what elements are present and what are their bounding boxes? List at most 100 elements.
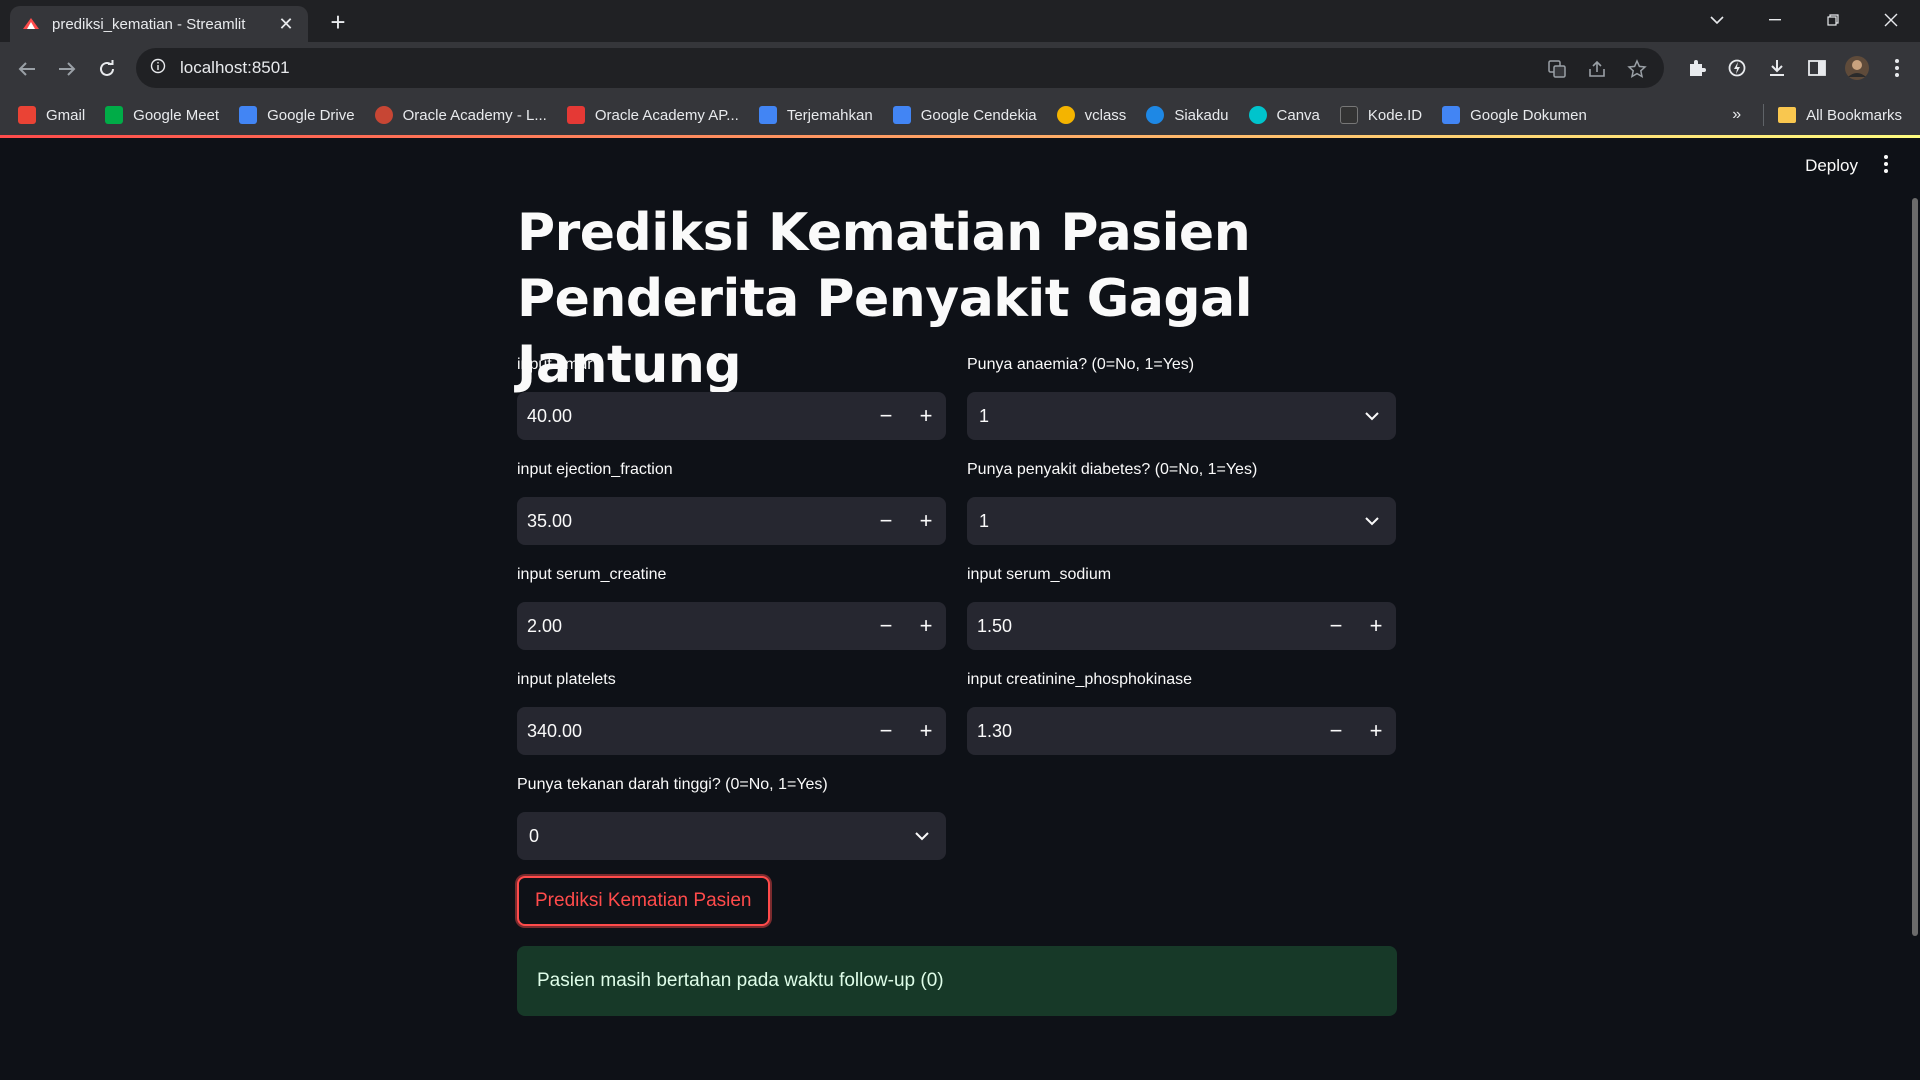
minimize-icon[interactable] [1746, 0, 1804, 40]
bookmark-siakadu[interactable]: Siakadu [1146, 106, 1229, 124]
tab-search-icon[interactable] [1688, 0, 1746, 40]
result-success-alert: Pasien masih bertahan pada waktu follow-… [517, 946, 1397, 1016]
bookmark-gmail[interactable]: Gmail [18, 106, 85, 124]
gmail-icon [18, 106, 36, 124]
scholar-icon [892, 106, 911, 124]
serum-creatine-label: input serum_creatine [517, 566, 667, 583]
bookmark-oracle-academy-ap[interactable]: Oracle Academy AP... [566, 106, 739, 124]
creatinine-phosphokinase-decrement-button[interactable]: − [1316, 707, 1356, 755]
google-meet-icon [105, 106, 124, 124]
serum-sodium-field: input serum_sodium 1.50 − + [967, 566, 1396, 650]
platelets-value[interactable]: 340.00 [517, 721, 866, 742]
umur-increment-button[interactable]: + [906, 392, 946, 440]
platelets-increment-button[interactable]: + [906, 707, 946, 755]
translate-icon [758, 106, 777, 124]
serum-sodium-label: input serum_sodium [967, 566, 1112, 583]
bookmark-vclass[interactable]: vclass [1056, 106, 1126, 124]
forward-icon[interactable] [50, 52, 84, 86]
all-bookmarks-button[interactable]: All Bookmarks [1806, 107, 1902, 124]
chrome-menu-icon[interactable] [1884, 55, 1910, 81]
creatinine-phosphokinase-label: input creatinine_phosphokinase [967, 671, 1193, 688]
bookmark-oracle-academy-l[interactable]: Oracle Academy - L... [374, 106, 547, 124]
anaemia-select[interactable]: 1 [967, 392, 1396, 440]
creatinine-phosphokinase-number-input[interactable]: 1.30 − + [967, 707, 1396, 755]
ejection-fraction-number-input[interactable]: 35.00 − + [517, 497, 946, 545]
bookmark-google-meet[interactable]: Google Meet [105, 106, 219, 124]
siakadu-icon [1146, 106, 1165, 124]
site-info-icon[interactable] [150, 58, 166, 79]
chevron-down-icon[interactable] [898, 812, 946, 860]
oracle-icon [374, 106, 393, 124]
ejection-fraction-increment-button[interactable]: + [906, 497, 946, 545]
restore-icon[interactable] [1804, 0, 1862, 40]
new-tab-button[interactable]: + [324, 8, 352, 36]
bookmarks-bar: Gmail Google Meet Google Drive Oracle Ac… [0, 95, 1920, 135]
extensions-icon[interactable] [1684, 55, 1710, 81]
diabetes-field: Punya penyakit diabetes? (0=No, 1=Yes) 1 [967, 461, 1396, 545]
chevron-down-icon[interactable] [1348, 392, 1396, 440]
bookmark-google-cendekia[interactable]: Google Cendekia [892, 106, 1037, 124]
deploy-button[interactable]: Deploy [1805, 156, 1858, 176]
translate-icon[interactable] [1544, 56, 1570, 82]
tekanan-darah-field: Punya tekanan darah tinggi? (0=No, 1=Yes… [517, 776, 946, 860]
canva-icon [1248, 106, 1267, 124]
more-bookmarks-icon[interactable]: » [1732, 106, 1741, 124]
serum-creatine-number-input[interactable]: 2.00 − + [517, 602, 946, 650]
tekanan-darah-select[interactable]: 0 [517, 812, 946, 860]
platelets-field: input platelets 340.00 − + [517, 671, 946, 755]
ejection-fraction-label: input ejection_fraction [517, 461, 673, 478]
scrollbar[interactable] [1912, 198, 1918, 936]
reload-icon[interactable] [90, 52, 124, 86]
serum-sodium-decrement-button[interactable]: − [1316, 602, 1356, 650]
anaemia-label: Punya anaemia? (0=No, 1=Yes) [967, 356, 1195, 373]
predict-button[interactable]: Prediksi Kematian Pasien [517, 876, 770, 926]
bookmark-kode-id[interactable]: Kode.ID [1339, 106, 1422, 124]
bookmark-canva[interactable]: Canva [1248, 106, 1320, 124]
streamlit-favicon-icon [22, 15, 40, 33]
serum-sodium-increment-button[interactable]: + [1356, 602, 1396, 650]
umur-number-input[interactable]: 40.00 − + [517, 392, 946, 440]
back-icon[interactable] [10, 52, 44, 86]
browser-tab[interactable]: prediksi_kematian - Streamlit ✕ [10, 6, 308, 42]
serum-creatine-value[interactable]: 2.00 [517, 616, 866, 637]
oracle-icon [566, 106, 585, 124]
umur-decrement-button[interactable]: − [866, 392, 906, 440]
serum-sodium-value[interactable]: 1.50 [967, 616, 1316, 637]
ejection-fraction-value[interactable]: 35.00 [517, 511, 866, 532]
diabetes-value: 1 [979, 510, 990, 531]
browser-toolbar: localhost:8501 [0, 42, 1920, 95]
download-icon[interactable] [1764, 55, 1790, 81]
umur-label: input umur [517, 356, 593, 373]
performance-icon[interactable] [1724, 55, 1750, 81]
ejection-fraction-decrement-button[interactable]: − [866, 497, 906, 545]
tab-title: prediksi_kematian - Streamlit [52, 15, 246, 33]
platelets-decrement-button[interactable]: − [866, 707, 906, 755]
bookmark-google-drive[interactable]: Google Drive [239, 106, 355, 124]
close-tab-icon[interactable]: ✕ [276, 14, 296, 34]
serum-creatine-decrement-button[interactable]: − [866, 602, 906, 650]
bookmark-terjemahkan[interactable]: Terjemahkan [758, 106, 873, 124]
profile-avatar[interactable] [1844, 55, 1870, 81]
kode-id-icon [1339, 106, 1358, 124]
creatinine-phosphokinase-field: input creatinine_phosphokinase 1.30 − + [967, 671, 1396, 755]
creatinine-phosphokinase-value[interactable]: 1.30 [967, 721, 1316, 742]
browser-tabbar: prediksi_kematian - Streamlit ✕ + [0, 0, 1920, 42]
serum-creatine-field: input serum_creatine 2.00 − + [517, 566, 946, 650]
address-bar[interactable]: localhost:8501 [136, 48, 1664, 88]
platelets-number-input[interactable]: 340.00 − + [517, 707, 946, 755]
bookmark-google-dokumen[interactable]: Google Dokumen [1442, 106, 1587, 124]
diabetes-select[interactable]: 1 [967, 497, 1396, 545]
chevron-down-icon[interactable] [1348, 497, 1396, 545]
umur-field: input umur 40.00 − + [517, 356, 946, 440]
main-menu-icon[interactable] [1876, 154, 1896, 180]
close-window-icon[interactable] [1862, 0, 1920, 40]
vclass-icon [1056, 106, 1075, 124]
share-icon[interactable] [1584, 56, 1610, 82]
serum-sodium-number-input[interactable]: 1.50 − + [967, 602, 1396, 650]
folder-icon [1778, 107, 1797, 123]
creatinine-phosphokinase-increment-button[interactable]: + [1356, 707, 1396, 755]
umur-value[interactable]: 40.00 [517, 406, 866, 427]
serum-creatine-increment-button[interactable]: + [906, 602, 946, 650]
bookmark-star-icon[interactable] [1624, 56, 1650, 82]
side-panel-icon[interactable] [1804, 55, 1830, 81]
